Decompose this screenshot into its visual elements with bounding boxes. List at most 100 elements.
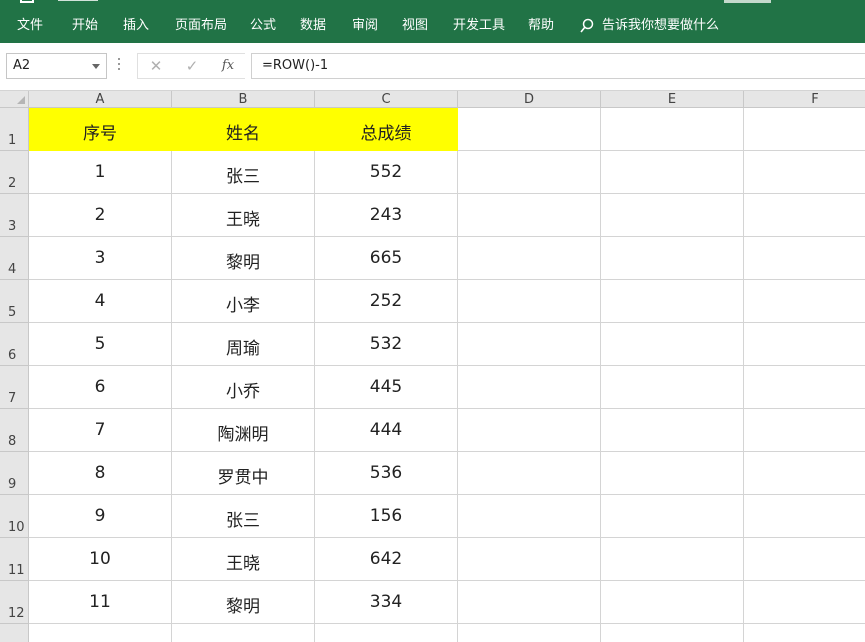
cell-f8[interactable] <box>744 409 865 452</box>
cell-f3[interactable] <box>744 194 865 237</box>
cell-a6[interactable]: 5 <box>29 323 172 366</box>
cell-f2[interactable] <box>744 151 865 194</box>
tab-review[interactable]: 审阅 <box>352 16 378 36</box>
cell-b10[interactable]: 张三 <box>172 495 315 538</box>
undo-redo-icon[interactable] <box>58 0 98 1</box>
tab-data[interactable]: 数据 <box>300 16 326 36</box>
cell-a11[interactable]: 10 <box>29 538 172 581</box>
search-icon[interactable] <box>580 18 594 34</box>
cell-a13[interactable] <box>29 624 172 642</box>
cell-b3[interactable]: 王晓 <box>172 194 315 237</box>
cell-e10[interactable] <box>601 495 744 538</box>
cell-b1[interactable]: 姓名 <box>172 108 315 151</box>
row-header-6[interactable]: 6 <box>0 323 29 366</box>
cell-f12[interactable] <box>744 581 865 624</box>
cell-a4[interactable]: 3 <box>29 237 172 280</box>
cell-f7[interactable] <box>744 366 865 409</box>
cell-d5[interactable] <box>458 280 601 323</box>
cell-d3[interactable] <box>458 194 601 237</box>
cell-c11[interactable]: 642 <box>315 538 458 581</box>
cell-d11[interactable] <box>458 538 601 581</box>
cell-f4[interactable] <box>744 237 865 280</box>
cell-e6[interactable] <box>601 323 744 366</box>
cell-e11[interactable] <box>601 538 744 581</box>
cell-c8[interactable]: 444 <box>315 409 458 452</box>
cell-f11[interactable] <box>744 538 865 581</box>
cell-a1[interactable]: 序号 <box>29 108 172 151</box>
cell-d6[interactable] <box>458 323 601 366</box>
row-header-4[interactable]: 4 <box>0 237 29 280</box>
window-control[interactable] <box>724 0 771 3</box>
cell-c10[interactable]: 156 <box>315 495 458 538</box>
cell-b13[interactable] <box>172 624 315 642</box>
cell-e12[interactable] <box>601 581 744 624</box>
tab-file[interactable]: 文件 <box>17 16 43 36</box>
cell-f13[interactable] <box>744 624 865 642</box>
tab-formulas[interactable]: 公式 <box>250 16 276 36</box>
cell-b6[interactable]: 周瑜 <box>172 323 315 366</box>
row-header-5[interactable]: 5 <box>0 280 29 323</box>
cell-f6[interactable] <box>744 323 865 366</box>
cell-d13[interactable] <box>458 624 601 642</box>
cell-b11[interactable]: 王晓 <box>172 538 315 581</box>
tab-page-layout[interactable]: 页面布局 <box>175 16 227 36</box>
row-header-11[interactable]: 11 <box>0 538 29 581</box>
cancel-icon[interactable]: ✕ <box>146 56 166 76</box>
cell-a12[interactable]: 11 <box>29 581 172 624</box>
row-header-10[interactable]: 10 <box>0 495 29 538</box>
cell-c5[interactable]: 252 <box>315 280 458 323</box>
row-header-8[interactable]: 8 <box>0 409 29 452</box>
cell-b9[interactable]: 罗贯中 <box>172 452 315 495</box>
cell-d2[interactable] <box>458 151 601 194</box>
cell-d1[interactable] <box>458 108 601 151</box>
row-header-13[interactable]: 13 <box>0 624 29 642</box>
cell-b5[interactable]: 小李 <box>172 280 315 323</box>
cell-c4[interactable]: 665 <box>315 237 458 280</box>
cell-f10[interactable] <box>744 495 865 538</box>
cell-a10[interactable]: 9 <box>29 495 172 538</box>
cell-e8[interactable] <box>601 409 744 452</box>
checkmark-icon[interactable]: ✓ <box>182 56 202 76</box>
cell-e7[interactable] <box>601 366 744 409</box>
cell-e3[interactable] <box>601 194 744 237</box>
tab-view[interactable]: 视图 <box>402 16 428 36</box>
cell-e9[interactable] <box>601 452 744 495</box>
column-header-a[interactable]: A <box>29 91 172 108</box>
row-header-7[interactable]: 7 <box>0 366 29 409</box>
cell-d7[interactable] <box>458 366 601 409</box>
cell-a3[interactable]: 2 <box>29 194 172 237</box>
resize-handle[interactable] <box>118 58 121 74</box>
cell-d8[interactable] <box>458 409 601 452</box>
cell-c7[interactable]: 445 <box>315 366 458 409</box>
select-all-button[interactable] <box>0 91 29 108</box>
tell-me-box[interactable]: 告诉我你想要做什么 <box>602 16 719 36</box>
save-icon[interactable] <box>20 0 34 3</box>
row-header-3[interactable]: 3 <box>0 194 29 237</box>
column-header-d[interactable]: D <box>458 91 601 108</box>
cell-f9[interactable] <box>744 452 865 495</box>
cell-c6[interactable]: 532 <box>315 323 458 366</box>
name-box[interactable]: A2 <box>6 53 107 79</box>
cell-a8[interactable]: 7 <box>29 409 172 452</box>
cell-e13[interactable] <box>601 624 744 642</box>
cell-b2[interactable]: 张三 <box>172 151 315 194</box>
cell-c12[interactable]: 334 <box>315 581 458 624</box>
cell-b12[interactable]: 黎明 <box>172 581 315 624</box>
column-header-c[interactable]: C <box>315 91 458 108</box>
cell-f1[interactable] <box>744 108 865 151</box>
column-header-b[interactable]: B <box>172 91 315 108</box>
tab-home[interactable]: 开始 <box>72 16 98 36</box>
cell-b7[interactable]: 小乔 <box>172 366 315 409</box>
column-header-e[interactable]: E <box>601 91 744 108</box>
tab-help[interactable]: 帮助 <box>528 16 554 36</box>
chevron-down-icon[interactable] <box>92 64 100 69</box>
tab-insert[interactable]: 插入 <box>123 16 149 36</box>
row-header-12[interactable]: 12 <box>0 581 29 624</box>
fx-icon[interactable]: fx <box>218 56 238 76</box>
row-header-9[interactable]: 9 <box>0 452 29 495</box>
cell-d9[interactable] <box>458 452 601 495</box>
cell-e1[interactable] <box>601 108 744 151</box>
cell-a2[interactable]: 1 <box>29 151 172 194</box>
cell-d10[interactable] <box>458 495 601 538</box>
row-header-2[interactable]: 2 <box>0 151 29 194</box>
